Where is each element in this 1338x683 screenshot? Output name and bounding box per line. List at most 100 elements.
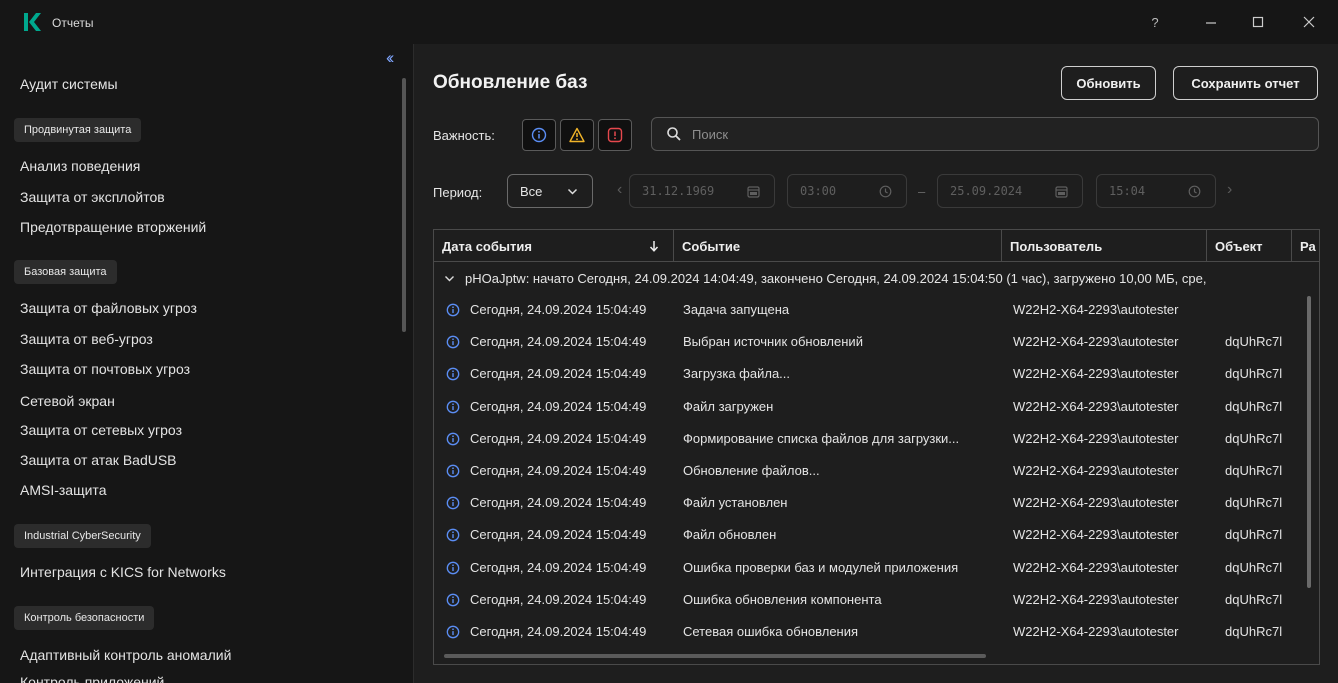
sidebar-item-web-threats[interactable]: Защита от веб-угроз	[20, 331, 153, 347]
cell-event: Задача запущена	[683, 302, 790, 317]
sidebar-item-network-threats[interactable]: Защита от сетевых угроз	[20, 422, 182, 438]
info-icon	[446, 303, 460, 317]
search-icon	[667, 127, 681, 141]
sidebar-item-firewall[interactable]: Сетевой экран	[20, 393, 115, 409]
info-icon	[446, 529, 460, 542]
sidebar-item-exploit[interactable]: Защита от эксплойтов	[20, 189, 165, 205]
table-row[interactable]: Сегодня, 24.09.2024 15:04:49 Сетевая ошиб…	[434, 616, 1319, 648]
cell-object: dqUhRc7l	[1225, 559, 1283, 575]
column-header-date[interactable]: Дата события	[434, 230, 674, 262]
cell-date: Сегодня, 24.09.2024 15:04:49	[470, 302, 647, 317]
sidebar-item-mail-threats[interactable]: Защита от почтовых угроз	[20, 361, 190, 377]
cell-event: Файл загружен	[683, 398, 774, 414]
date-from-field[interactable]: 31.12.1969	[629, 174, 775, 208]
table-horizontal-scrollbar[interactable]	[444, 654, 986, 658]
table-row[interactable]: Сегодня, 24.09.2024 15:04:49 Обновление ф…	[434, 455, 1319, 487]
column-label: Ра	[1300, 238, 1316, 254]
kaspersky-logo-icon	[24, 13, 41, 31]
cell-date: Сегодня, 24.09.2024 15:04:49	[470, 591, 647, 607]
table-row[interactable]: Сегодня, 24.09.2024 15:04:49 Выбран источ…	[434, 326, 1319, 358]
cell-date: Сегодня, 24.09.2024 15:04:49	[470, 527, 647, 543]
cell-user: W22H2-X64-2293\autotester	[1013, 302, 1179, 317]
sidebar-group-basic: Базовая защита	[14, 260, 117, 284]
maximize-button[interactable]	[1243, 10, 1273, 34]
refresh-button[interactable]: Обновить	[1061, 66, 1156, 100]
sidebar-item-kics[interactable]: Интеграция с KICS for Networks	[20, 564, 226, 580]
info-icon	[446, 368, 460, 381]
sidebar-item-intrusion[interactable]: Предотвращение вторжений	[20, 219, 206, 235]
date-to-value: 25.09.2024	[950, 184, 1023, 198]
cell-object: dqUhRc7l	[1225, 591, 1283, 607]
sidebar-item-system-audit[interactable]: Аудит системы	[20, 76, 118, 92]
cell-object: dqUhRc7l	[1225, 495, 1283, 511]
severity-critical-toggle[interactable]	[598, 119, 632, 151]
cell-date: Сегодня, 24.09.2024 15:04:49	[470, 495, 647, 511]
column-header-truncated[interactable]: Ра	[1292, 230, 1319, 262]
time-from-field[interactable]: 03:00	[787, 174, 907, 208]
minimize-icon	[1206, 22, 1216, 24]
info-icon	[446, 593, 460, 607]
sidebar-scrollbar[interactable]	[402, 78, 406, 332]
info-icon	[446, 464, 460, 478]
minimize-button[interactable]	[1196, 10, 1226, 34]
cell-event: Сетевая ошибка обновления	[683, 624, 859, 639]
sidebar-item-app-control[interactable]: Контроль приложений	[20, 674, 164, 683]
events-table: Дата события Событие Пользователь Объект…	[433, 229, 1320, 665]
info-icon	[446, 400, 460, 413]
sidebar-group-ics: Industrial CyberSecurity	[14, 524, 151, 548]
column-label: Пользователь	[1010, 238, 1103, 254]
close-button[interactable]	[1294, 10, 1324, 34]
critical-icon	[607, 127, 623, 143]
cell-user: W22H2-X64-2293\autotester	[1013, 398, 1179, 414]
table-row[interactable]: Сегодня, 24.09.2024 15:04:49 Файл установ…	[434, 487, 1319, 519]
cell-object: dqUhRc7l	[1225, 527, 1283, 543]
main-panel: Обновление баз Обновить Сохранить отчет …	[415, 44, 1338, 683]
save-report-button[interactable]: Сохранить отчет	[1173, 66, 1318, 100]
time-to-field[interactable]: 15:04	[1096, 174, 1216, 208]
period-select[interactable]: Все	[507, 174, 593, 208]
chevron-down-icon	[567, 188, 578, 195]
severity-info-toggle[interactable]	[522, 119, 556, 151]
date-to-field[interactable]: 25.09.2024	[937, 174, 1083, 208]
sidebar-item-file-threats[interactable]: Защита от файловых угроз	[20, 300, 197, 316]
group-summary: pHOaJptw: начато Сегодня, 24.09.2024 14:…	[465, 270, 1207, 286]
cell-event: Ошибка обновления компонента	[683, 591, 882, 607]
cell-event: Загрузка файла...	[683, 366, 791, 382]
table-row[interactable]: Сегодня, 24.09.2024 15:04:49 Файл загруже…	[434, 391, 1319, 423]
cell-user: W22H2-X64-2293\autotester	[1013, 559, 1179, 575]
help-button[interactable]: ?	[1140, 10, 1170, 34]
cell-date: Сегодня, 24.09.2024 15:04:49	[470, 624, 647, 639]
group-row[interactable]: pHOaJptw: начато Сегодня, 24.09.2024 14:…	[434, 263, 1319, 293]
severity-warning-toggle[interactable]	[560, 119, 594, 151]
calendar-icon	[1055, 186, 1068, 198]
cell-user: W22H2-X64-2293\autotester	[1013, 624, 1179, 639]
sidebar: ‹‹ Аудит системы Продвинутая защита Анал…	[0, 44, 414, 683]
title-bar: Отчеты ?	[0, 0, 1338, 44]
table-row[interactable]: Сегодня, 24.09.2024 15:04:49 Формирование…	[434, 423, 1319, 455]
column-header-event[interactable]: Событие	[674, 230, 1002, 262]
column-header-user[interactable]: Пользователь	[1002, 230, 1207, 262]
column-header-object[interactable]: Объект	[1207, 230, 1292, 262]
cell-user: W22H2-X64-2293\autotester	[1013, 334, 1179, 350]
search-placeholder: Поиск	[692, 127, 729, 142]
table-row[interactable]: Сегодня, 24.09.2024 15:04:49 Ошибка обнов…	[434, 584, 1319, 616]
search-input[interactable]: Поиск	[651, 117, 1319, 151]
table-row[interactable]: Сегодня, 24.09.2024 15:04:49 Загрузка фай…	[434, 358, 1319, 390]
table-vertical-scrollbar[interactable]	[1307, 296, 1311, 588]
clock-icon	[879, 185, 892, 198]
sidebar-item-badusb[interactable]: Защита от атак BadUSB	[20, 452, 177, 468]
table-row[interactable]: Сегодня, 24.09.2024 15:04:49 Ошибка прове…	[434, 552, 1319, 584]
period-next-icon[interactable]: ›	[1227, 181, 1232, 199]
table-row[interactable]: Сегодня, 24.09.2024 15:04:49 Файл обновле…	[434, 519, 1319, 551]
sidebar-item-amsi[interactable]: AMSI-защита	[20, 482, 106, 498]
sidebar-item-behavior[interactable]: Анализ поведения	[20, 158, 140, 174]
sidebar-group-control: Контроль безопасности	[14, 606, 155, 630]
sidebar-item-anomaly[interactable]: Адаптивный контроль аномалий	[20, 647, 231, 663]
time-from-value: 03:00	[800, 184, 837, 198]
table-header: Дата события Событие Пользователь Объект…	[434, 230, 1319, 262]
period-prev-icon[interactable]: ‹	[617, 181, 622, 199]
cell-date: Сегодня, 24.09.2024 15:04:49	[470, 463, 647, 478]
table-row[interactable]: Сегодня, 24.09.2024 15:04:49 Задача запущ…	[434, 294, 1319, 326]
collapse-sidebar-icon[interactable]: ‹‹	[386, 48, 395, 68]
cell-date: Сегодня, 24.09.2024 15:04:49	[470, 430, 647, 446]
